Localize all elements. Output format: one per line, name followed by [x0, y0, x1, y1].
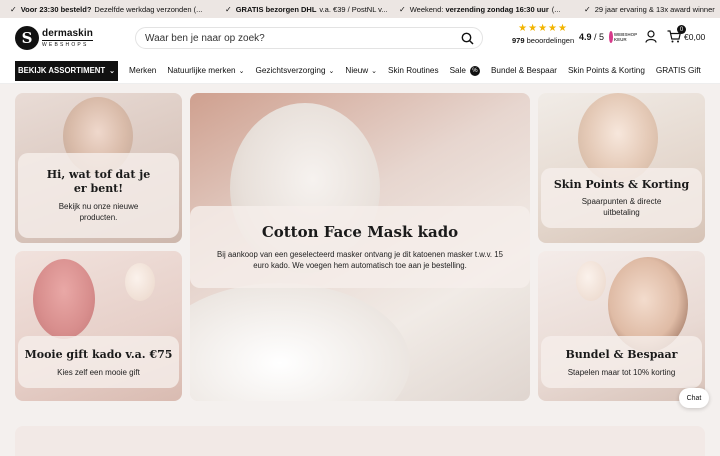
logo-wordmark: dermaskin WEBSHOPS [42, 28, 93, 48]
nav-item-gratis-gift[interactable]: GRATIS Gift [656, 66, 701, 75]
announcement-bar: ✓ Voor 23:30 besteld? Dezelfde werkdag v… [0, 0, 720, 18]
announcement-bold: verzending zondag 16:30 uur [445, 4, 549, 14]
chevron-down-icon: ⌄ [109, 67, 116, 75]
search-input[interactable] [136, 32, 446, 44]
percent-icon: % [469, 65, 480, 76]
chevron-down-icon: ⌄ [328, 67, 335, 75]
announcement-experience: ✓ 29 jaar ervaring & 13x award winner [574, 5, 720, 14]
webshop-keur-badge[interactable]: WEBSHOP KEUR [609, 29, 637, 45]
promo-title: Hi, wat tof dat je er bent! [46, 168, 151, 195]
chat-button[interactable]: Chat [679, 388, 709, 408]
chevron-down-icon: ⌄ [371, 67, 378, 75]
nav-item-label: Gezichtsverzorging [255, 66, 326, 75]
nav-item-label: Skin Points & Korting [567, 66, 645, 75]
promo-subtitle: Stapelen maar tot 10% korting [567, 367, 676, 377]
cream-swatch [125, 263, 155, 301]
cream-swatch [576, 261, 606, 301]
nav-item-sale[interactable]: Sale% [449, 65, 480, 76]
logo-mark: S [15, 26, 39, 50]
promo-panel: Bundel & Bespaar Stapelen maar tot 10% k… [541, 336, 702, 388]
promo-card-face-mask[interactable]: Cotton Face Mask kado Bij aankoop van ee… [190, 93, 530, 401]
announcement-free-shipping: ✓ GRATIS bezorgen DHL v.a. €39 / PostNL … [215, 5, 389, 14]
assortment-button[interactable]: BEKIJK ASSORTIMENT ⌄ [15, 60, 118, 81]
announcement-text: Dezelfde werkdag verzonden (... [94, 4, 203, 14]
check-icon: ✓ [584, 4, 591, 14]
promo-subtitle: Bij aankoop van een geselecteerd masker … [217, 250, 503, 270]
search-icon[interactable] [461, 32, 474, 50]
announcement-text: 29 jaar ervaring & 13x award winner [594, 4, 715, 14]
announcement-text: (... [551, 4, 561, 14]
chevron-down-icon: ⌄ [238, 67, 245, 75]
promo-subtitle: Spaarpunten & directe uitbetaling [581, 197, 662, 217]
account-icon[interactable] [645, 30, 657, 48]
nav-item-label: Sale [449, 66, 466, 75]
cart-total[interactable]: €0,00 [684, 32, 705, 42]
site-logo[interactable]: S dermaskin WEBSHOPS [15, 26, 93, 50]
site-header: S dermaskin WEBSHOPS ★★★★★ 979 beoordeli… [0, 18, 720, 58]
announcement-bold: GRATIS bezorgen DHL [235, 4, 317, 14]
search-bar [135, 27, 483, 49]
keur-logo-icon [609, 31, 613, 43]
check-icon: ✓ [399, 4, 406, 14]
main-nav: BEKIJK ASSORTIMENT ⌄ Merken Natuurlijke … [0, 58, 720, 84]
promo-panel: Cotton Face Mask kado Bij aankoop van ee… [190, 206, 530, 288]
announcement-text: Weekend: [409, 4, 444, 14]
rating-score-value: 4.9 [579, 32, 592, 42]
promo-card-bundle[interactable]: Bundel & Bespaar Stapelen maar tot 10% k… [538, 251, 705, 401]
review-count-label: beoordelingen [526, 36, 575, 45]
announcement-bold: Voor 23:30 besteld? [20, 4, 92, 14]
nav-item-bundel-bespaar[interactable]: Bundel & Bespaar [491, 66, 557, 75]
promo-panel: Skin Points & Korting Spaarpunten & dire… [541, 168, 702, 228]
assortment-label: BEKIJK ASSORTIMENT [17, 66, 106, 75]
promo-card-skin-points[interactable]: Skin Points & Korting Spaarpunten & dire… [538, 93, 705, 243]
promo-panel: Hi, wat tof dat je er bent! Bekijk nu on… [18, 153, 179, 238]
promo-title: Skin Points & Korting [553, 178, 690, 191]
keur-label: WEBSHOP KEUR [613, 32, 637, 42]
nav-item-gezichtsverzorging[interactable]: Gezichtsverzorging ⌄ [255, 66, 334, 75]
towel-photo [190, 283, 410, 401]
review-count-number: 979 [512, 36, 525, 45]
nav-item-label: Nieuw [345, 66, 369, 75]
rating-score: 4.9 / 5 [579, 32, 604, 42]
announcement-text: v.a. €39 / PostNL v... [319, 4, 388, 14]
promo-subtitle: Bekijk nu onze nieuwe producten. [58, 202, 139, 222]
nav-item-skin-routines[interactable]: Skin Routines [388, 66, 439, 75]
promo-card-gift[interactable]: Mooie gift kado v.a. €75 Kies zelf een m… [15, 251, 182, 401]
cart-icon[interactable]: 0 [667, 25, 686, 48]
model-photo [33, 259, 95, 339]
nav-item-label: Skin Routines [388, 66, 439, 75]
promo-subtitle: Kies zelf een mooie gift [57, 367, 140, 377]
announcement-weekend: ✓ Weekend: verzending zondag 16:30 uur (… [389, 5, 574, 14]
logo-name: dermaskin [42, 28, 93, 39]
check-icon: ✓ [10, 4, 17, 14]
nav-item-label: Natuurlijke merken [167, 66, 236, 75]
logo-sub: WEBSHOPS [42, 40, 93, 48]
nav-item-natuurlijke-merken[interactable]: Natuurlijke merken ⌄ [167, 66, 244, 75]
promo-title: Cotton Face Mask kado [261, 223, 459, 241]
nav-item-nieuw[interactable]: Nieuw ⌄ [345, 66, 377, 75]
nav-item-label: Bundel & Bespaar [490, 66, 557, 75]
rating-score-suffix: / 5 [594, 32, 605, 42]
review-count: 979 beoordelingen [512, 36, 574, 45]
rating-stars: ★★★★★ [518, 23, 568, 34]
promo-panel: Mooie gift kado v.a. €75 Kies zelf een m… [18, 336, 179, 388]
promo-title: Bundel & Bespaar [565, 347, 678, 361]
promo-title: Mooie gift kado v.a. €75 [24, 347, 173, 361]
nav-item-skin-points[interactable]: Skin Points & Korting [568, 66, 645, 75]
reviews-rating[interactable]: ★★★★★ 979 beoordelingen [512, 23, 574, 45]
nav-item-merken[interactable]: Merken [129, 66, 156, 75]
nav-item-label: Merken [129, 66, 157, 75]
announcement-delivery-time: ✓ Voor 23:30 besteld? Dezelfde werkdag v… [0, 5, 215, 14]
check-icon: ✓ [225, 4, 232, 14]
promo-card-welcome[interactable]: Hi, wat tof dat je er bent! Bekijk nu on… [15, 93, 182, 243]
next-section [15, 426, 705, 456]
nav-item-label: GRATIS Gift [655, 66, 701, 75]
